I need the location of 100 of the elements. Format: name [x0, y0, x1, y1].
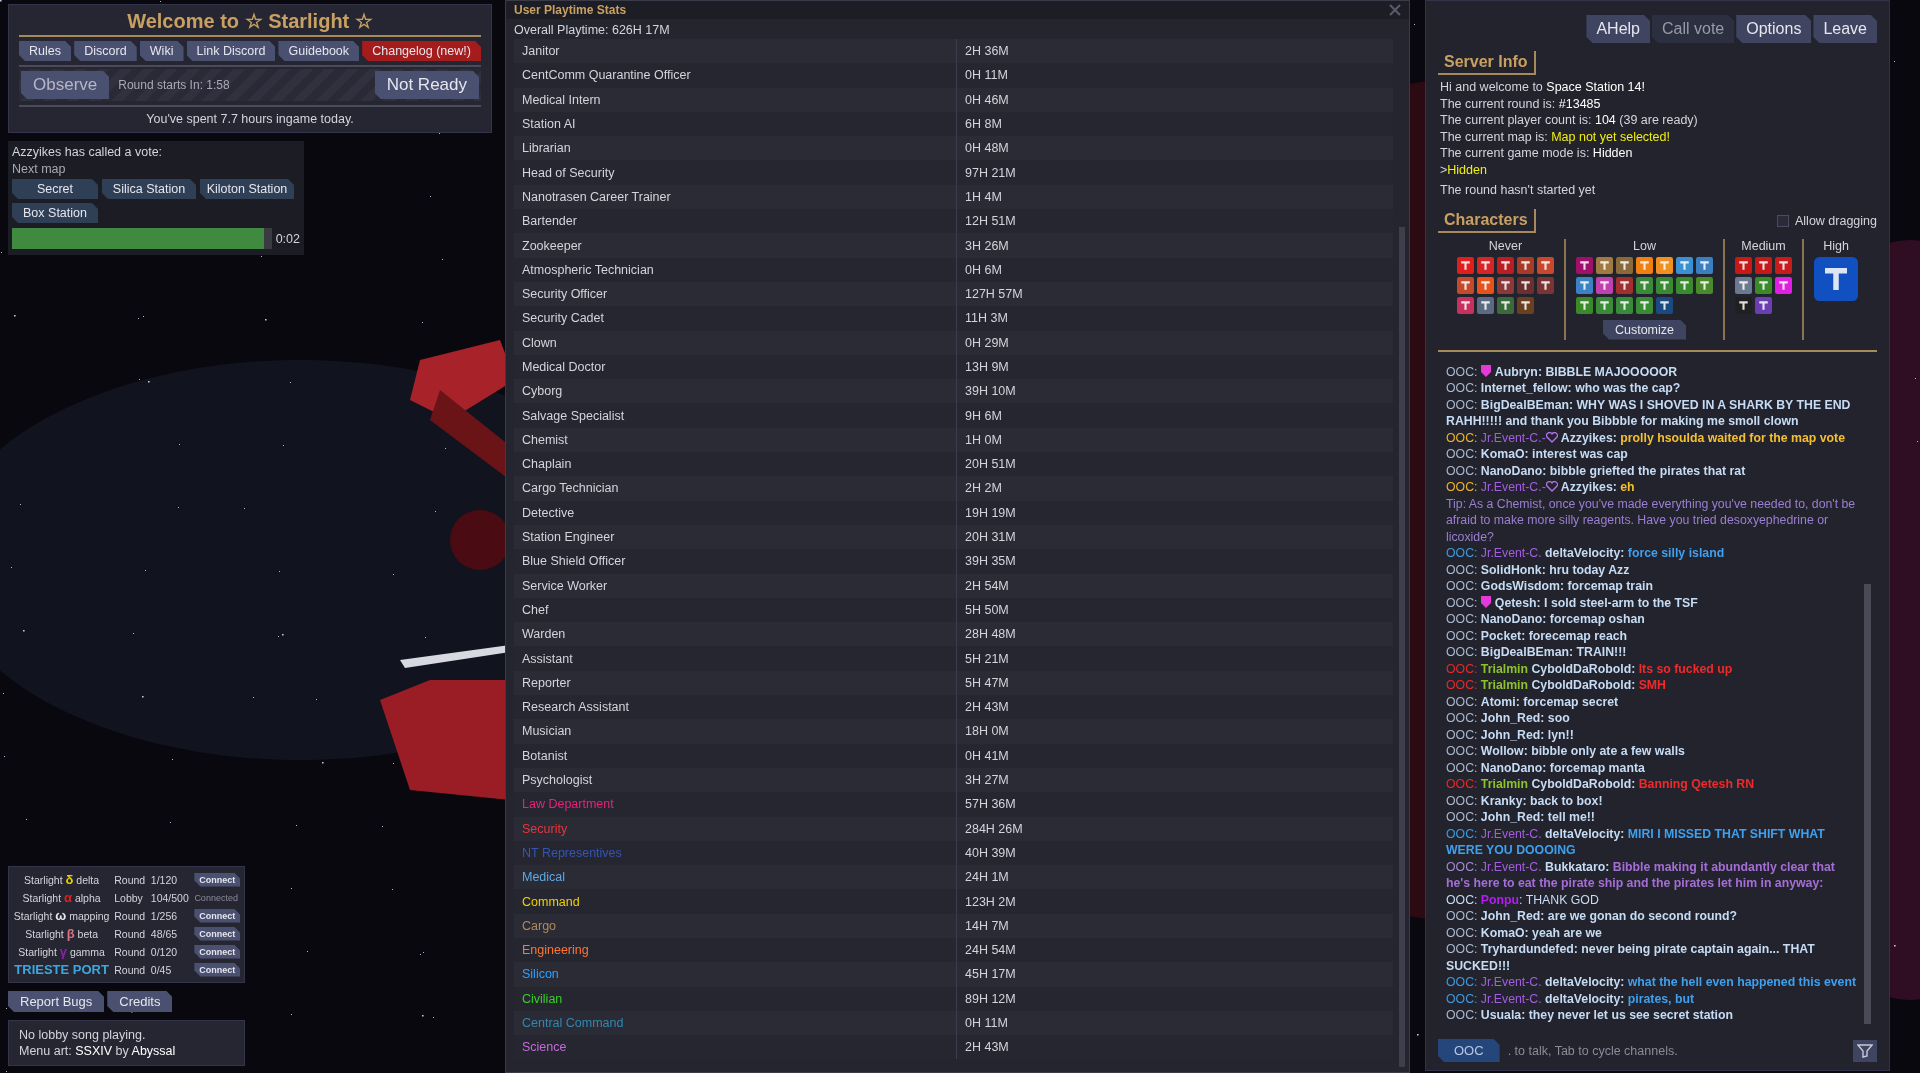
job-name: Nanotrasen Career Trainer — [521, 189, 672, 204]
chat-message: OOC: GodsWisdom: forcemap train — [1446, 579, 1653, 593]
link-button[interactable]: Rules — [19, 41, 72, 61]
job-name: Warden — [521, 627, 567, 642]
ready-button[interactable]: Not Ready — [374, 71, 479, 99]
job-time: 6H 8M — [964, 117, 1002, 132]
filter-button[interactable] — [1853, 1039, 1877, 1062]
job-icon[interactable] — [1755, 256, 1772, 274]
job-icon[interactable] — [1735, 276, 1752, 294]
job-icon[interactable] — [1576, 276, 1593, 294]
chat-message: OOC: John_Red: lyn!! — [1446, 727, 1574, 742]
footer-button[interactable]: Report Bugs — [8, 991, 105, 1012]
server-info-line: The current round is: #13485 — [1440, 95, 1602, 112]
footer-button[interactable]: Credits — [107, 991, 173, 1012]
job-time: 5H 50M — [964, 602, 1009, 617]
job-icon[interactable] — [1616, 256, 1633, 274]
job-icon[interactable] — [1497, 256, 1514, 274]
chat-message: OOC: KomaO: yeah are we — [1446, 925, 1602, 940]
job-icon[interactable] — [1636, 296, 1653, 314]
job-icon[interactable] — [1537, 256, 1554, 274]
connect-button[interactable]: Connect — [194, 926, 240, 941]
job-icon[interactable] — [1735, 256, 1752, 274]
job-icon[interactable] — [1576, 296, 1593, 314]
link-button[interactable]: Discord — [74, 41, 137, 61]
chat-message: OOC: Jr.Event-C. deltaVelocity: MIRI I MISSED THAT SHIFT WHAT WERE YOU DOOOING — [1446, 826, 1825, 857]
observe-button[interactable]: Observe — [21, 71, 110, 99]
job-icon[interactable] — [1656, 256, 1673, 274]
job-name: Station AI — [521, 117, 577, 132]
connect-button[interactable]: Connect — [194, 962, 240, 977]
section-heading: Characters — [1438, 208, 1536, 233]
link-button[interactable]: Link Discord — [186, 41, 276, 61]
job-icon[interactable] — [1814, 256, 1858, 301]
job-icon[interactable] — [1477, 296, 1494, 314]
job-icon[interactable] — [1457, 276, 1474, 294]
checkbox[interactable] — [1777, 214, 1789, 227]
job-icon[interactable] — [1775, 256, 1792, 274]
job-icon[interactable] — [1755, 276, 1772, 294]
priority-label: Never — [1488, 238, 1523, 253]
job-icon[interactable] — [1596, 276, 1613, 294]
job-icon[interactable] — [1656, 276, 1673, 294]
job-icon[interactable] — [1457, 256, 1474, 274]
link-button[interactable]: Wiki — [139, 41, 184, 61]
job-icon[interactable] — [1616, 296, 1633, 314]
close-icon[interactable] — [1389, 4, 1401, 16]
job-icon[interactable] — [1656, 296, 1673, 314]
connect-button[interactable]: Connect — [194, 944, 240, 959]
job-name: Chemist — [521, 432, 569, 447]
job-icon[interactable] — [1775, 276, 1792, 294]
job-icon[interactable] — [1755, 296, 1772, 314]
vote-option[interactable]: Silica Station — [102, 179, 196, 199]
job-icon[interactable] — [1735, 296, 1752, 314]
job-icon[interactable] — [1497, 296, 1514, 314]
menu-button[interactable]: Options — [1736, 15, 1812, 43]
job-icon[interactable] — [1616, 276, 1633, 294]
customize-button[interactable]: Customize — [1602, 319, 1686, 340]
job-icon[interactable] — [1517, 256, 1534, 274]
vote-option[interactable]: Kiloton Station — [200, 179, 294, 199]
scrollbar[interactable] — [1399, 227, 1405, 1067]
job-icon[interactable] — [1596, 296, 1613, 314]
vote-option[interactable]: Secret — [12, 179, 98, 199]
job-icon[interactable] — [1477, 276, 1494, 294]
job-icon[interactable] — [1537, 276, 1554, 294]
chat-input[interactable]: . to talk, Tab to cycle channels. — [1505, 1042, 1847, 1059]
job-icon[interactable] — [1696, 276, 1713, 294]
channel-button[interactable]: OOC — [1438, 1039, 1500, 1062]
chat-message: OOC: BigDealBEman: TRAIN!!! — [1446, 645, 1627, 659]
server-status: Round — [114, 909, 147, 922]
job-name: Detective — [521, 505, 576, 520]
connect-button[interactable]: Connect — [194, 872, 240, 887]
link-button[interactable]: Guidebook — [278, 41, 360, 61]
job-icon[interactable] — [1696, 256, 1713, 274]
job-icon[interactable] — [1517, 276, 1534, 294]
job-icon[interactable] — [1636, 256, 1653, 274]
job-icon[interactable] — [1636, 276, 1653, 294]
job-time: 28H 48M — [964, 627, 1016, 642]
chat-message: Azzyikes: eh — [1560, 480, 1635, 494]
job-time: 57H 36M — [964, 797, 1016, 812]
scrollbar[interactable] — [1864, 583, 1871, 1024]
job-icon[interactable] — [1676, 256, 1693, 274]
job-icon[interactable] — [1596, 256, 1613, 274]
server-info-line: >Hidden — [1440, 161, 1488, 178]
connect-button[interactable]: Connect — [194, 908, 240, 923]
chat-prefix: OOC: Jr.Event-C.- — [1446, 430, 1546, 445]
chat-message: OOC: Usuala: they never let us see secret station — [1446, 1008, 1734, 1022]
job-icon[interactable] — [1477, 256, 1494, 274]
menu-button[interactable]: Leave — [1813, 15, 1877, 43]
job-time: 0H 46M — [964, 92, 1009, 107]
vote-option[interactable]: Box Station — [12, 203, 98, 223]
heart-icon — [1545, 481, 1558, 492]
shield-icon — [1480, 595, 1491, 608]
job-time: 0H 11M — [964, 68, 1008, 83]
job-icon[interactable] — [1676, 276, 1693, 294]
job-name: NT Representives — [521, 845, 623, 860]
job-icon[interactable] — [1517, 296, 1534, 314]
link-button[interactable]: Changelog (new!) — [362, 41, 481, 61]
job-icon[interactable] — [1497, 276, 1514, 294]
job-icon[interactable] — [1576, 256, 1593, 274]
menu-button[interactable]: AHelp — [1586, 15, 1650, 43]
job-icon[interactable] — [1457, 296, 1474, 314]
job-name: Security Officer — [521, 287, 609, 302]
